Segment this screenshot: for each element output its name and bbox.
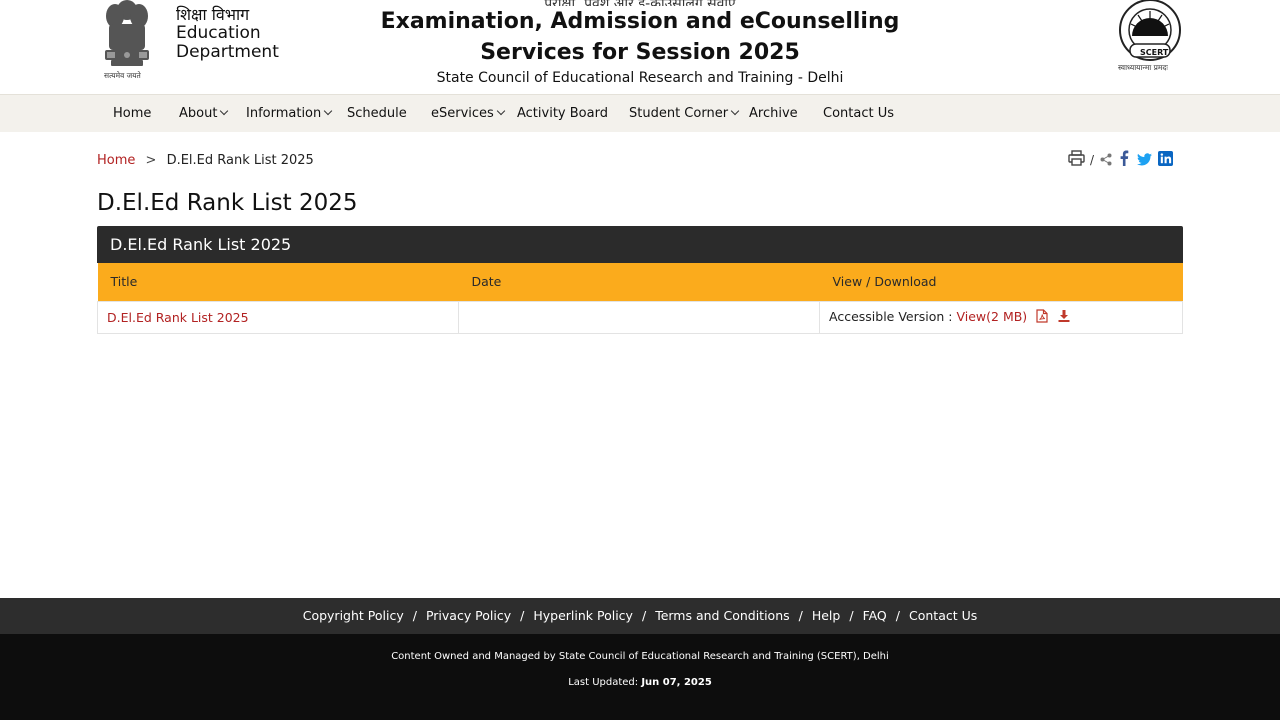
twitter-icon[interactable] [1137, 151, 1153, 170]
nav-item-student-corner[interactable]: Student Corner [629, 95, 740, 132]
emblem-motto: सत्यमेव जयते [104, 71, 141, 80]
cell-view-download: Accessible Version : View(2 MB) [819, 300, 1183, 334]
footer-separator: / [849, 608, 854, 623]
main-navigation: Home About Information Schedule eService… [0, 94, 1280, 132]
footer-separator: / [641, 608, 647, 623]
scert-logo-motto: स्वाध्यायान्मा प्रमदः [1118, 63, 1168, 72]
department-line-2: Department [176, 42, 279, 62]
linkedin-icon[interactable] [1158, 150, 1174, 170]
ashoka-emblem-icon [105, 0, 149, 66]
column-header-date: Date [458, 263, 820, 301]
scert-logo[interactable]: SCERT स्वाध्यायान्मा प्रमदः [1116, 0, 1184, 76]
nav-item-label: Home [113, 106, 152, 121]
cell-date [458, 300, 820, 334]
footer-link-contact-us[interactable]: Contact Us [909, 608, 977, 623]
breadcrumb-current: D.El.Ed Rank List 2025 [166, 153, 314, 168]
nav-item-home[interactable]: Home [113, 95, 151, 132]
nav-item-archive[interactable]: Archive [749, 95, 798, 132]
nav-item-label: eServices [431, 106, 494, 121]
footer-links-bar: Copyright Policy / Privacy Policy / Hyperlin… [0, 598, 1280, 634]
nav-item-label: Student Corner [629, 106, 729, 121]
nav-item-contact-us[interactable]: Contact Us [823, 95, 894, 132]
nav-item-schedule[interactable]: Schedule [347, 95, 407, 132]
share-toolbar: / [1068, 150, 1174, 170]
department-name[interactable]: शिक्षा विभाग Education Department [176, 6, 279, 62]
footer-ownership-text: Content Owned and Managed by State Counc… [391, 651, 889, 662]
document-title-link[interactable]: D.El.Ed Rank List 2025 [107, 310, 249, 325]
footer-link-hyperlink-policy[interactable]: Hyperlink Policy [533, 608, 633, 623]
share-icon[interactable] [1100, 151, 1112, 170]
footer-separator: / [412, 608, 417, 623]
footer-last-updated: Last Updated: Jun 07, 2025 [0, 677, 1280, 688]
nav-item-label: Schedule [347, 106, 407, 121]
share-separator: / [1090, 153, 1095, 167]
site-header: सत्यमेव जयते शिक्षा विभाग Education Depa… [0, 0, 1280, 94]
nav-item-label: Information [246, 106, 322, 121]
footer-link-help[interactable]: Help [812, 608, 841, 623]
nav-item-activity-board[interactable]: Activity Board [517, 95, 608, 132]
nav-item-eservices[interactable]: eServices [431, 95, 506, 132]
department-hindi: शिक्षा विभाग [176, 5, 250, 24]
site-title-line-1: Examination, Admission and eCounselling [380, 9, 900, 34]
facebook-icon[interactable] [1119, 150, 1129, 170]
rank-list-panel: D.El.Ed Rank List 2025 Title Date View /… [97, 226, 1183, 334]
chevron-down-icon [324, 106, 333, 116]
column-header-view-download: View / Download [819, 263, 1183, 301]
nav-item-information[interactable]: Information [246, 95, 333, 132]
footer-link-terms-and-conditions[interactable]: Terms and Conditions [655, 608, 789, 623]
view-pdf-link[interactable]: View(2 MB) [956, 309, 1027, 324]
table-header-row: Title Date View / Download [97, 263, 1183, 301]
accessible-version-label: Accessible Version : [829, 308, 953, 324]
scert-logo-text: SCERT [1140, 48, 1169, 57]
pdf-file-icon[interactable] [1036, 308, 1048, 326]
panel-heading: D.El.Ed Rank List 2025 [97, 226, 1183, 263]
last-updated-date: Jun 07, 2025 [641, 677, 712, 688]
footer-separator: / [895, 608, 900, 623]
chevron-down-icon [220, 106, 229, 116]
nav-item-label: Contact Us [823, 106, 894, 121]
nav-item-label: About [179, 106, 218, 121]
site-title-block: परीक्षा, प्रवेश और ई-काउंसलिंग सेवाएं Ex… [360, 0, 920, 87]
column-header-title: Title [97, 263, 459, 301]
breadcrumb-home-link[interactable]: Home [97, 153, 135, 168]
footer-link-privacy-policy[interactable]: Privacy Policy [426, 608, 511, 623]
nav-item-label: Archive [749, 106, 798, 121]
download-icon[interactable] [1058, 309, 1070, 325]
site-title-line-2: Services for Session 2025 [480, 40, 800, 65]
chevron-down-icon [496, 106, 506, 116]
department-line-1: Education [176, 23, 261, 43]
page: सत्यमेव जयते शिक्षा विभाग Education Depa… [0, 0, 1280, 720]
national-emblem-logo[interactable]: सत्यमेव जयते [97, 0, 157, 82]
footer-separator: / [520, 608, 525, 623]
page-title: D.El.Ed Rank List 2025 [97, 190, 358, 216]
table-row: D.El.Ed Rank List 2025 Accessible Versio… [97, 300, 1183, 334]
breadcrumb: Home > D.El.Ed Rank List 2025 [97, 153, 314, 169]
rank-list-table: Title Date View / Download D.El.Ed Rank … [97, 263, 1183, 334]
footer-separator: / [798, 608, 803, 623]
print-icon[interactable] [1068, 150, 1085, 170]
footer-link-faq[interactable]: FAQ [863, 608, 887, 623]
footer-link-copyright-policy[interactable]: Copyright Policy [303, 608, 404, 623]
chevron-down-icon [730, 106, 740, 116]
last-updated-label: Last Updated: [568, 677, 639, 688]
site-subtitle: State Council of Educational Research an… [436, 70, 844, 86]
nav-item-about[interactable]: About [179, 95, 229, 132]
cell-title: D.El.Ed Rank List 2025 [97, 300, 459, 334]
nav-item-label: Activity Board [517, 106, 608, 121]
footer-bottom: Content Owned and Managed by State Counc… [0, 634, 1280, 720]
breadcrumb-separator: > [145, 153, 157, 168]
